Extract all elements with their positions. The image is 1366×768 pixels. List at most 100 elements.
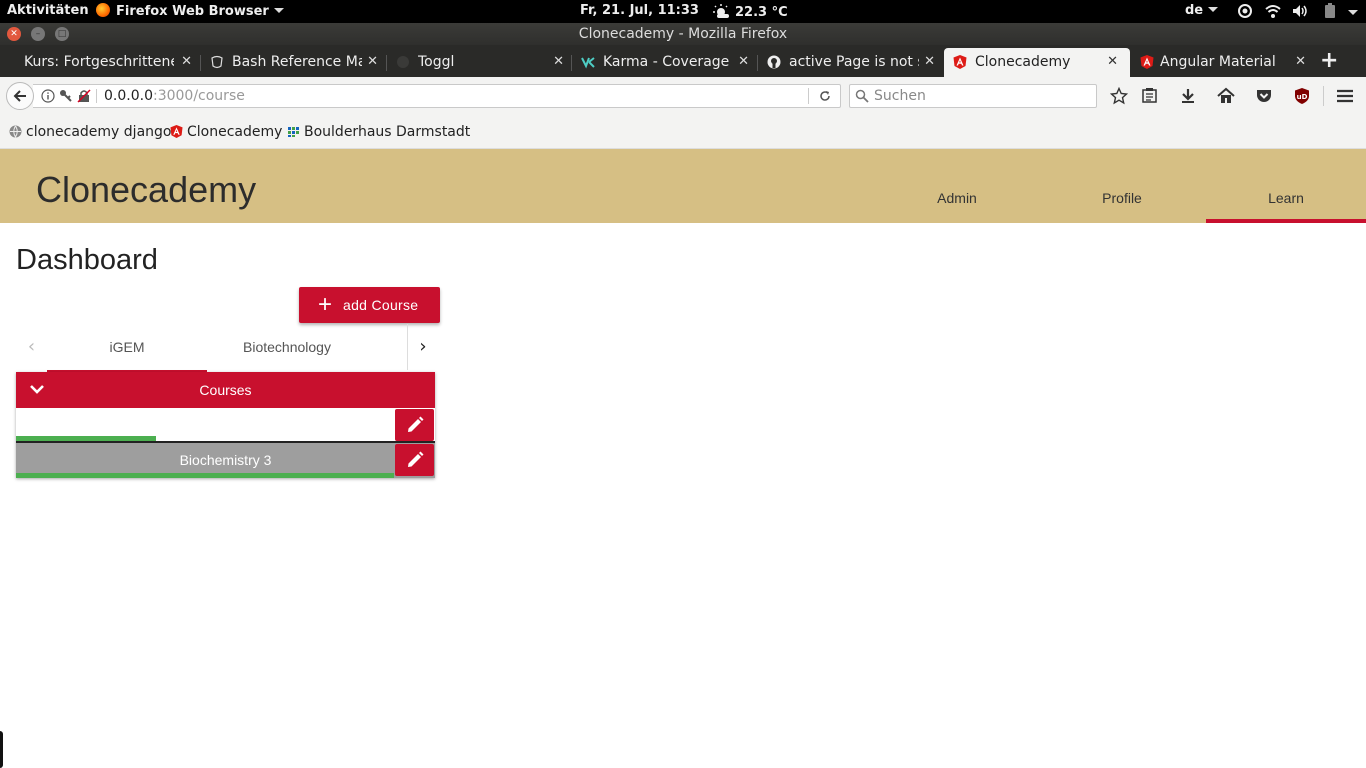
tab-igem[interactable]: iGEM — [47, 324, 207, 372]
browser-tab-strip: Kurs: Fortgeschrittener ✕ Bash Reference… — [0, 45, 1366, 77]
bookmark-star-icon[interactable] — [1110, 87, 1128, 105]
add-course-label: add Course — [343, 297, 419, 313]
tab-close-icon[interactable]: ✕ — [738, 48, 749, 76]
toolbar-separator — [1323, 86, 1324, 106]
wifi-icon[interactable] — [1265, 3, 1281, 19]
back-button[interactable] — [6, 82, 34, 110]
edit-course-button[interactable] — [395, 444, 434, 476]
url-text: 0.0.0.0:3000/course — [104, 85, 245, 107]
reload-icon[interactable] — [818, 89, 832, 103]
chevron-down-icon — [1208, 7, 1219, 12]
back-arrow-icon — [13, 90, 26, 102]
app-title[interactable]: Clonecademy — [36, 169, 256, 211]
activities-button[interactable]: Aktivitäten — [7, 3, 89, 18]
system-menu-chevron-icon[interactable] — [1348, 10, 1358, 15]
tab-close-icon[interactable]: ✕ — [367, 48, 378, 76]
tab-close-icon[interactable]: ✕ — [553, 48, 564, 76]
svg-text:uD: uD — [1297, 93, 1308, 101]
category-tabs: ‹ iGEM Biotechnology › — [16, 324, 440, 372]
volume-icon[interactable] — [1292, 3, 1308, 19]
battery-icon[interactable] — [1322, 3, 1338, 19]
tab-label: Angular Material — [1160, 54, 1276, 70]
keyboard-layout[interactable]: de — [1185, 3, 1219, 18]
window-maximize-button[interactable]: □ — [55, 27, 69, 41]
tab-separator — [757, 55, 758, 71]
course-name: Biochemistry 3 — [179, 452, 272, 468]
tab-close-icon[interactable]: ✕ — [1107, 48, 1118, 76]
karma-icon — [581, 57, 595, 69]
keyboard-label: de — [1185, 3, 1204, 18]
bookmark-clonecademy-django[interactable]: clonecademy django — [9, 124, 171, 140]
tab-close-icon[interactable]: ✕ — [924, 48, 935, 76]
window-close-button[interactable]: ✕ — [7, 27, 21, 41]
tab-separator — [571, 55, 572, 71]
info-icon[interactable] — [41, 89, 55, 103]
add-course-button[interactable]: + add Course — [299, 287, 440, 323]
pocket-icon[interactable] — [1255, 87, 1273, 105]
nav-admin[interactable]: Admin — [917, 190, 997, 206]
search-placeholder: Suchen — [874, 88, 926, 104]
tab-label: Karma - Coverage — [603, 54, 730, 70]
hamburger-menu-icon[interactable] — [1336, 87, 1354, 105]
system-top-bar: Aktivitäten Firefox Web Browser Fr, 21. … — [0, 0, 1366, 23]
edit-course-button[interactable] — [395, 409, 434, 441]
toggl-icon — [397, 56, 409, 68]
window-minimize-button[interactable]: – — [31, 27, 45, 41]
reading-list-icon[interactable] — [1141, 87, 1159, 105]
browser-tab[interactable]: Karma - Coverage ✕ — [575, 48, 755, 77]
tab-close-icon[interactable]: ✕ — [1295, 48, 1306, 76]
download-icon[interactable] — [1179, 87, 1197, 105]
network-target-icon[interactable] — [1237, 3, 1253, 19]
home-icon[interactable] — [1217, 87, 1235, 105]
grid-icon — [288, 127, 299, 137]
angular-icon — [170, 125, 183, 138]
ublock-icon[interactable]: uD — [1293, 87, 1311, 105]
url-path: :3000/course — [152, 88, 245, 104]
insecure-lock-icon — [77, 89, 91, 103]
tab-label: Kurs: Fortgeschrittener — [24, 54, 174, 70]
browser-tab[interactable]: active Page is not s ✕ — [761, 48, 941, 77]
pencil-icon — [408, 416, 424, 432]
tab-close-icon[interactable]: ✕ — [181, 48, 192, 76]
courses-panel-title: Courses — [199, 382, 252, 398]
weather-icon — [713, 4, 729, 18]
new-tab-button[interactable]: + — [1320, 48, 1338, 73]
pencil-icon — [408, 451, 424, 467]
tab-label: Bash Reference Ma — [232, 54, 362, 70]
globe-icon — [9, 125, 22, 138]
search-input[interactable]: Suchen — [849, 84, 1097, 108]
clock[interactable]: Fr, 21. Jul, 11:33 — [580, 3, 699, 18]
url-bar[interactable]: 0.0.0.0:3000/course — [33, 84, 841, 108]
course-row[interactable] — [16, 408, 435, 443]
bookmark-boulderhaus[interactable]: Boulderhaus Darmstadt — [287, 124, 470, 140]
weather[interactable]: 22.3 °C — [713, 3, 788, 20]
nav-learn[interactable]: Learn — [1246, 190, 1326, 206]
browser-tab[interactable]: Toggl ✕ — [390, 48, 570, 77]
url-separator — [808, 88, 809, 104]
tab-label: active Page is not s — [789, 54, 919, 70]
courses-panel-header[interactable]: Courses — [16, 372, 435, 408]
tab-separator — [200, 55, 201, 71]
chevron-left-icon[interactable]: ‹ — [16, 324, 47, 370]
nav-profile[interactable]: Profile — [1082, 190, 1162, 206]
browser-tab[interactable]: Kurs: Fortgeschrittener ✕ — [0, 48, 198, 77]
browser-tab-active[interactable]: Clonecademy ✕ — [944, 48, 1130, 77]
browser-tab[interactable]: Angular Material ✕ — [1132, 48, 1312, 77]
bookmark-label: Boulderhaus Darmstadt — [304, 124, 471, 140]
page-title: Dashboard — [16, 244, 158, 276]
app-menu[interactable]: Firefox Web Browser — [96, 3, 284, 19]
bookmark-label: clonecademy django — [26, 124, 172, 140]
browser-tab[interactable]: Bash Reference Ma ✕ — [204, 48, 384, 77]
tab-label: Clonecademy — [975, 54, 1071, 70]
chevron-right-icon[interactable]: › — [407, 324, 438, 370]
angular-icon — [1140, 55, 1154, 69]
bookmark-clonecademy[interactable]: Clonecademy — [170, 124, 282, 140]
plus-icon: + — [318, 291, 333, 318]
course-row[interactable]: Biochemistry 3 — [16, 443, 435, 478]
app-menu-label: Firefox Web Browser — [116, 4, 269, 19]
search-icon — [855, 89, 869, 103]
url-separator — [96, 89, 97, 103]
chevron-down-icon — [273, 8, 284, 13]
tab-biotechnology[interactable]: Biotechnology — [207, 324, 367, 372]
key-icon — [60, 90, 72, 102]
